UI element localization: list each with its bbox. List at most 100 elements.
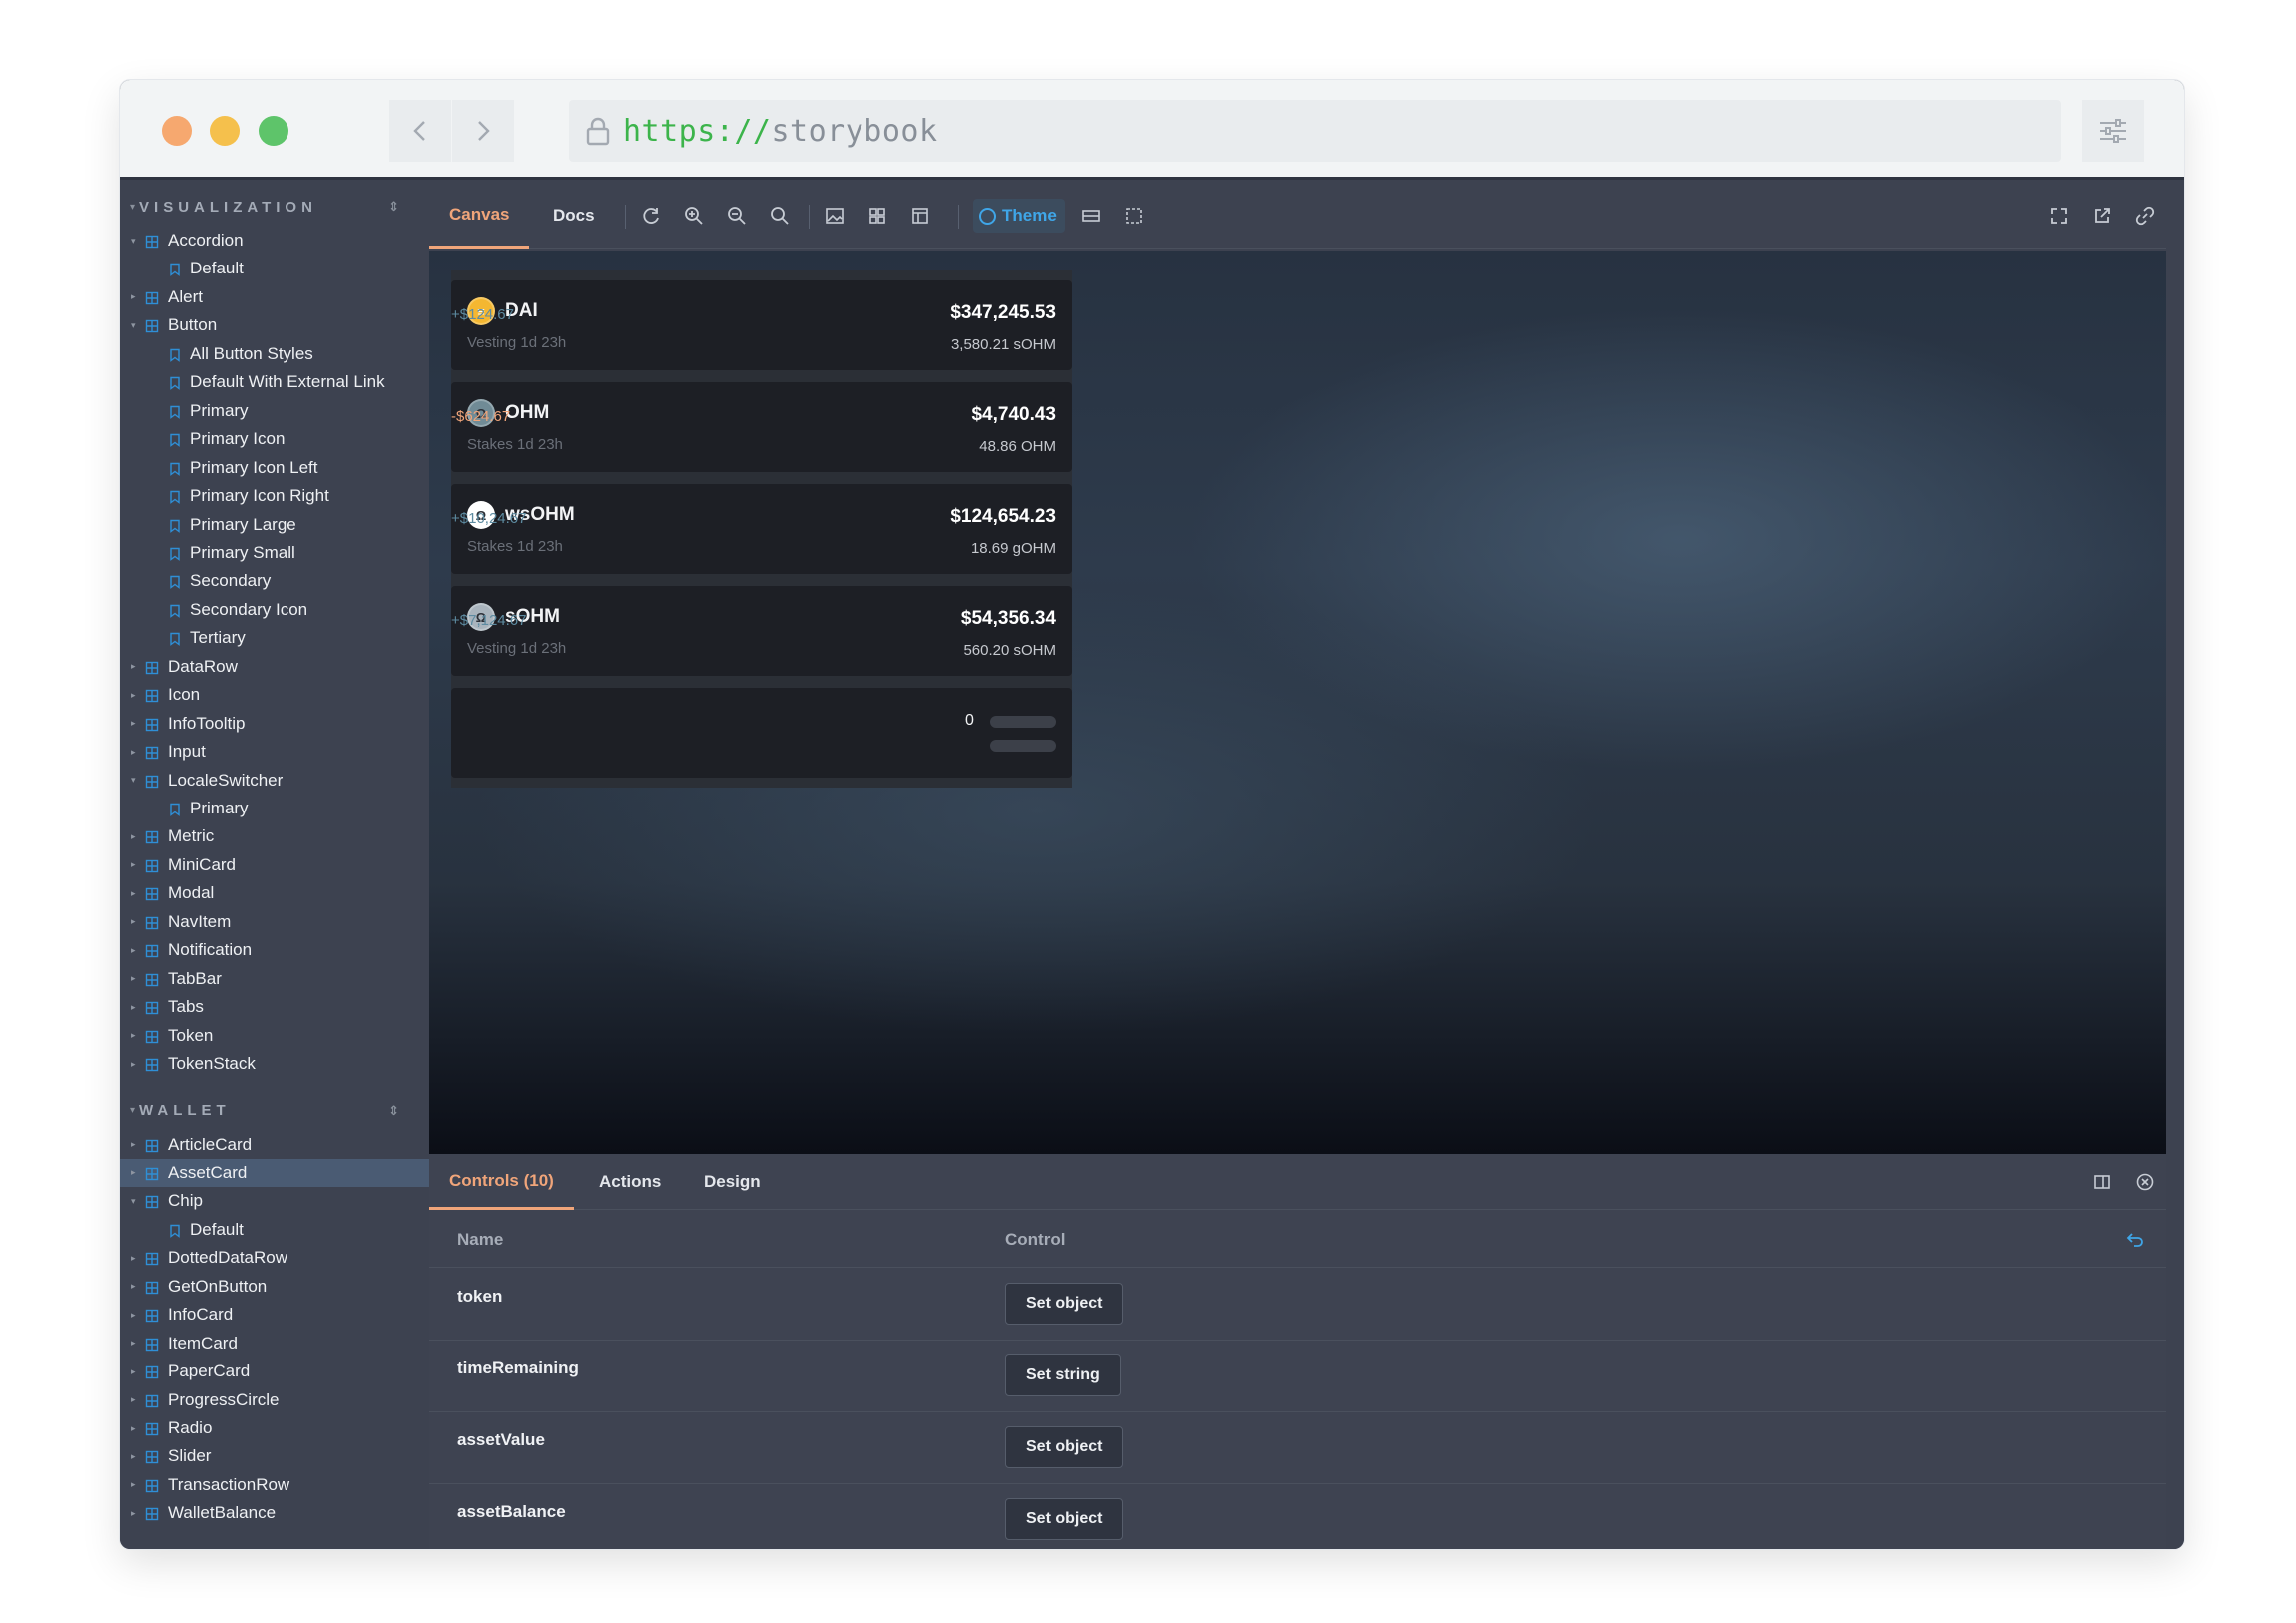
set-assetbalance-button[interactable]: Set object bbox=[1005, 1498, 1124, 1540]
close-panel-button[interactable] bbox=[2132, 1169, 2158, 1195]
set-token-button[interactable]: Set object bbox=[1005, 1283, 1124, 1325]
sidebar-item-radio[interactable]: ▸ Radio bbox=[120, 1414, 429, 1442]
grid-button[interactable] bbox=[864, 203, 890, 229]
sidebar-item-minicard[interactable]: ▸ MiniCard bbox=[120, 851, 429, 879]
tab-design[interactable]: Design bbox=[704, 1154, 761, 1210]
sidebar-item-tokenstack[interactable]: ▸ TokenStack bbox=[120, 1050, 429, 1078]
sidebar-story-primary-large[interactable]: Primary Large bbox=[120, 511, 429, 539]
sidebar-item-label: Alert bbox=[168, 286, 203, 306]
sidebar-group-visualization[interactable]: ▾ VISUALIZATION ⇕ bbox=[130, 193, 419, 221]
sidebar-story-default[interactable]: Default bbox=[120, 1216, 429, 1244]
sidebar-story-all-button-styles[interactable]: All Button Styles bbox=[120, 340, 429, 368]
sidebar-item-infotooltip[interactable]: ▸ InfoTooltip bbox=[120, 710, 429, 738]
sidebar-item-label: Accordion bbox=[168, 231, 244, 250]
zoom-reset-button[interactable] bbox=[767, 203, 793, 229]
sidebar-group-title: WALLET bbox=[139, 1102, 231, 1119]
sidebar-item-datarow[interactable]: ▸ DataRow bbox=[120, 653, 429, 681]
sidebar-item-chip[interactable]: ▾ Chip bbox=[120, 1187, 429, 1215]
sidebar-item-papercard[interactable]: ▸ PaperCard bbox=[120, 1357, 429, 1385]
bookmark-icon bbox=[168, 347, 182, 362]
minimize-window-button[interactable] bbox=[210, 116, 240, 146]
sidebar-item-localeswitcher[interactable]: ▾ LocaleSwitcher bbox=[120, 767, 429, 795]
sliders-icon bbox=[2100, 119, 2126, 143]
sidebar-story-primary-icon[interactable]: Primary Icon bbox=[120, 425, 429, 453]
browser-settings-button[interactable] bbox=[2082, 100, 2144, 162]
asset-change: -$624.67 bbox=[451, 408, 511, 425]
control-row-timeremaining: timeRemaining Set string bbox=[429, 1341, 2166, 1412]
caret-down-icon: ▾ bbox=[131, 319, 136, 330]
tab-docs[interactable]: Docs bbox=[553, 183, 595, 249]
maximize-window-button[interactable] bbox=[259, 116, 288, 146]
sidebar-item-metric[interactable]: ▸ Metric bbox=[120, 822, 429, 850]
sidebar-item-notification[interactable]: ▸ Notification bbox=[120, 936, 429, 964]
set-assetvalue-button[interactable]: Set object bbox=[1005, 1426, 1124, 1468]
sidebar-story-primary-icon-left[interactable]: Primary Icon Left bbox=[120, 454, 429, 482]
close-window-button[interactable] bbox=[162, 116, 192, 146]
sidebar-item-tabbar[interactable]: ▸ TabBar bbox=[120, 965, 429, 993]
reset-controls-button[interactable] bbox=[2122, 1226, 2148, 1252]
tab-actions[interactable]: Actions bbox=[599, 1154, 661, 1210]
outline-button[interactable] bbox=[1121, 203, 1147, 229]
asset-row-dai: ≡ DAI Vesting 1d 23h $347,245.53 +$124.67 3,5… bbox=[451, 280, 1072, 370]
background-button[interactable] bbox=[822, 203, 848, 229]
caret-down-icon: ▾ bbox=[131, 1195, 136, 1206]
sidebar-item-getonbutton[interactable]: ▸ GetOnButton bbox=[120, 1273, 429, 1301]
sidebar-item-label: Default With External Link bbox=[190, 372, 385, 392]
component-icon bbox=[145, 943, 159, 958]
sidebar-item-tabs[interactable]: ▸ Tabs bbox=[120, 993, 429, 1021]
sidebar-item-progresscircle[interactable]: ▸ ProgressCircle bbox=[120, 1386, 429, 1414]
measure-button[interactable] bbox=[1078, 203, 1104, 229]
sidebar-item-dotteddatarow[interactable]: ▸ DottedDataRow bbox=[120, 1244, 429, 1272]
sidebar-item-walletbalance[interactable]: ▸ WalletBalance bbox=[120, 1499, 429, 1527]
viewport-button[interactable] bbox=[907, 203, 933, 229]
sidebar-story-primary[interactable]: Primary bbox=[120, 397, 429, 425]
sidebar-story-secondary[interactable]: Secondary bbox=[120, 567, 429, 595]
sidebar-item-label: LocaleSwitcher bbox=[168, 770, 284, 790]
forward-button[interactable] bbox=[452, 100, 514, 162]
sidebar-item-assetcard[interactable]: ▸ AssetCard bbox=[120, 1158, 429, 1187]
expand-all-icon[interactable]: ⇕ bbox=[388, 199, 399, 215]
sidebar-item-label: Secondary bbox=[190, 571, 272, 591]
sidebar-story-tertiary[interactable]: Tertiary bbox=[120, 624, 429, 652]
panel-orientation-button[interactable] bbox=[2089, 1169, 2115, 1195]
sidebar-item-input[interactable]: ▸ Input bbox=[120, 738, 429, 766]
sidebar-story-default[interactable]: Default bbox=[120, 255, 429, 282]
sidebar-item-token[interactable]: ▸ Token bbox=[120, 1022, 429, 1050]
tab-controls[interactable]: Controls (10) bbox=[429, 1154, 574, 1210]
sidebar-item-label: InfoCard bbox=[168, 1305, 234, 1325]
sidebar-story-primary[interactable]: Primary bbox=[120, 795, 429, 822]
bookmark-icon bbox=[168, 404, 182, 419]
zoom-in-button[interactable] bbox=[681, 203, 707, 229]
zoom-out-button[interactable] bbox=[724, 203, 750, 229]
fullscreen-button[interactable] bbox=[2046, 203, 2072, 229]
sidebar-item-modal[interactable]: ▸ Modal bbox=[120, 879, 429, 907]
sidebar-item-accordion[interactable]: ▾ Accordion bbox=[120, 227, 429, 255]
sidebar-story-default-with-external-link[interactable]: Default With External Link bbox=[120, 368, 429, 396]
sidebar-item-icon[interactable]: ▸ Icon bbox=[120, 681, 429, 709]
sidebar-item-articlecard[interactable]: ▸ ArticleCard bbox=[120, 1131, 429, 1159]
control-row-assetvalue: assetValue Set object bbox=[429, 1412, 2166, 1484]
expand-all-icon[interactable]: ⇕ bbox=[388, 1103, 399, 1119]
sidebar-story-primary-small[interactable]: Primary Small bbox=[120, 539, 429, 567]
sidebar-item-slider[interactable]: ▸ Slider bbox=[120, 1442, 429, 1470]
sidebar-item-button[interactable]: ▾ Button bbox=[120, 311, 429, 339]
set-timeremaining-button[interactable]: Set string bbox=[1005, 1354, 1121, 1396]
sidebar-item-infocard[interactable]: ▸ InfoCard bbox=[120, 1301, 429, 1329]
sidebar-item-navitem[interactable]: ▸ NavItem bbox=[120, 908, 429, 936]
copy-link-button[interactable] bbox=[2132, 203, 2158, 229]
sidebar-item-itemcard[interactable]: ▸ ItemCard bbox=[120, 1330, 429, 1357]
sidebar-story-secondary-icon[interactable]: Secondary Icon bbox=[120, 596, 429, 624]
open-new-tab-button[interactable] bbox=[2089, 203, 2115, 229]
sidebar-item-transactionrow[interactable]: ▸ TransactionRow bbox=[120, 1471, 429, 1499]
caret-down-icon: ▾ bbox=[130, 1105, 136, 1116]
back-button[interactable] bbox=[389, 100, 451, 162]
control-name: token bbox=[457, 1287, 503, 1306]
control-row-assetbalance: assetBalance Set object bbox=[429, 1484, 2166, 1549]
tab-canvas[interactable]: Canvas bbox=[429, 183, 530, 249]
remount-button[interactable] bbox=[638, 203, 664, 229]
sidebar-story-primary-icon-right[interactable]: Primary Icon Right bbox=[120, 482, 429, 510]
sidebar-group-wallet[interactable]: ▾ WALLET ⇕ bbox=[130, 1097, 419, 1125]
sidebar-item-alert[interactable]: ▸ Alert bbox=[120, 283, 429, 311]
address-bar[interactable]: https://storybook bbox=[569, 100, 2061, 162]
theme-toggle-button[interactable]: Theme bbox=[973, 199, 1065, 233]
